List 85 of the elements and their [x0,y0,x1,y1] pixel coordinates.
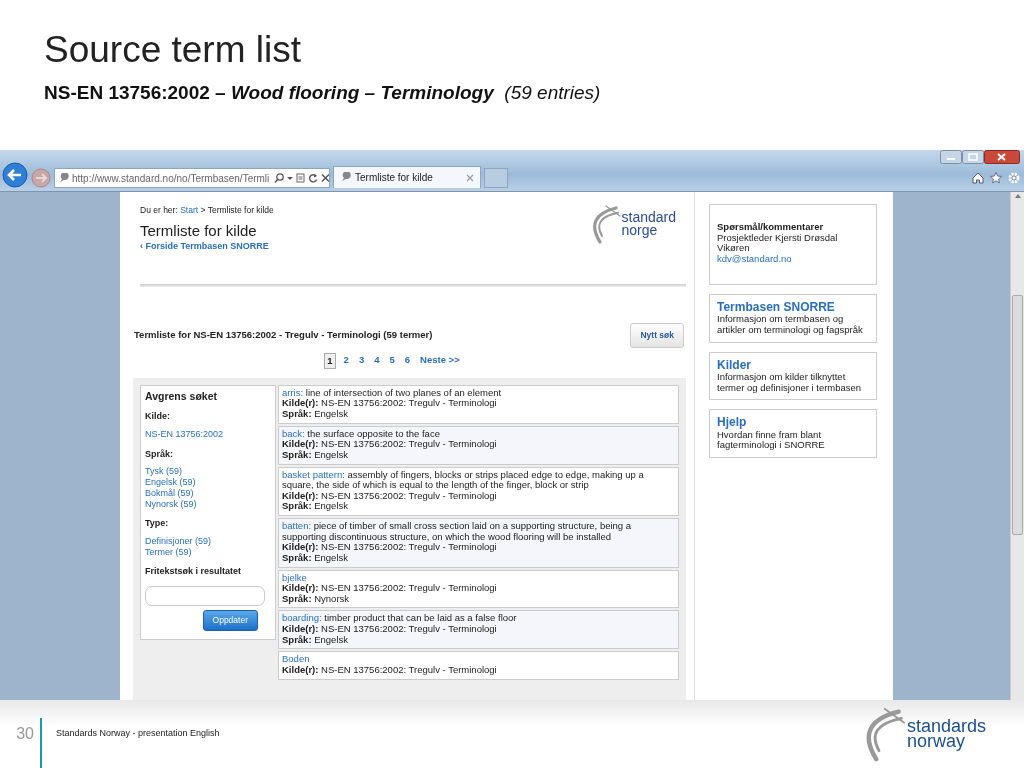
home-icon[interactable] [972,172,984,184]
new-search-button[interactable]: Nytt søk [630,322,684,348]
entry-language: Språk: Engelsk [282,501,349,512]
entry-definition: arris: line of intersection of two planes of an element [282,387,503,399]
card-text: Informasjon om kilder tilknyttet termer og definisjoner i termbasen [717,372,863,394]
entry-definition: batten: piece of timber of small cross section laid on a supporting structure, being a supporting discontinuous structure, on which the wood flooring will be installed [282,521,633,543]
card-text: Prosjektleder Kjersti Drøsdal Vikøren [717,232,839,254]
entry-source: Kilde(r): NS-EN 13756:2002: Tregulv - Terminologi [282,542,498,553]
breadcrumb-current: Termliste for kilde [207,205,274,215]
search-label: Fritekstsøk i resultatet [145,565,243,579]
slide-number: 30 [15,724,35,744]
filter-link[interactable]: Definisjoner (59) [145,535,271,547]
scrollbar-thumb[interactable] [1012,295,1023,535]
page-link[interactable]: 4 [372,352,382,369]
entry-definition: basket pattern: assembly of fingers, blocks or strips placed edge to edge, making up a square, the side of which is equal to the length of the finger, block or strip [282,469,645,491]
page-heading: Termliste for kilde [140,222,257,240]
address-field[interactable]: http://www.standard.no/no/Termbasen/Termli [54,168,330,188]
entry-source: Kilde(r): NS-EN 13756:2002: Tregulv - Terminologi [282,398,498,409]
entry-source: Kilde(r): NS-EN 13756:2002: Tregulv - Terminologi [282,624,498,634]
logo-text: norway [906,734,965,750]
page-link[interactable]: 6 [402,352,413,369]
document-icon[interactable] [296,173,306,183]
entry-language: Språk: Nynorsk [282,593,351,605]
card-text: Hvordan finne fram blant fagterminologi i SNORRE [717,429,826,452]
update-button[interactable]: Oppdater [202,609,258,631]
minimize-button[interactable] [940,150,962,164]
entry-source: Kilde(r): NS-EN 13756:2002: Tregulv - Terminologi [282,439,498,450]
logo-text: standard [621,210,676,224]
breadcrumb-label: Du er her: [140,205,178,215]
page-link[interactable]: 3 [356,352,367,369]
filter-heading: Språk: [145,447,174,461]
page-link[interactable]: 5 [387,352,397,369]
close-button[interactable] [984,150,1020,164]
back-icon[interactable] [2,162,28,188]
slide-title: Source term list [44,30,302,71]
email-link[interactable]: kdv@standard.no [717,252,792,264]
entry-language: Språk: Engelsk [282,552,349,564]
forward-icon[interactable] [31,168,51,188]
term-link[interactable]: bjelke [282,572,675,584]
filter-link[interactable]: Engelsk (59) [145,476,271,488]
search-field[interactable] [145,585,265,606]
page-icon [340,172,351,183]
star-icon[interactable] [990,172,1002,184]
entry-source: Kilde(r): NS-EN 13756:2002: Tregulv - Terminologi [282,490,498,502]
page-link[interactable]: Neste >> [418,352,462,369]
entry-definition: boarding: timber product that can be laid as a false floor [282,613,518,624]
filter-link[interactable]: NS-EN 13756:2002 [145,428,271,440]
filter-link[interactable]: Nynorsk (59) [145,498,271,510]
maximize-button[interactable] [962,150,984,164]
page-link[interactable]: 2 [341,352,351,369]
back-link[interactable]: ‹ Forside Termbasen SNORRE [140,241,269,253]
card-title-link[interactable]: Hjelp [717,416,869,430]
scrollbar[interactable] [1010,192,1024,700]
slide-subtitle: NS-EN 13756:2002 – Wood flooring – Terminology (59 entries) [44,80,602,105]
list-title: Termliste for NS-EN 13756:2002 - Tregulv - Terminologi (59 termer) [134,328,433,342]
logo-text: standards [906,718,986,734]
breadcrumb-separator: > [199,205,207,215]
filter-heading: Type: [145,517,170,531]
entry-language: Språk: Engelsk [282,409,349,420]
settings-icon[interactable] [1008,172,1020,184]
card-title-link[interactable]: Termbasen SNORRE [717,301,869,315]
breadcrumb-link[interactable]: Start [180,205,199,215]
card-title-link[interactable]: Kilder [717,358,869,373]
stop-icon[interactable] [321,173,329,183]
refresh-icon[interactable] [308,173,319,183]
footer-text: Standards Norway - presentation English [56,727,220,741]
filter-link[interactable]: Bokmål (59) [145,487,271,499]
entry-language: Språk: Engelsk [282,449,349,461]
entry-definition: back: the surface opposite to the face [282,428,441,440]
filter-heading: Kilde: [145,410,171,424]
filter-title: Avgrens søket [145,389,218,403]
filter-link[interactable]: Tysk (59) [145,466,271,477]
search-icon[interactable] [274,173,285,183]
term-link[interactable]: Boden [282,654,675,665]
page-icon [58,172,69,184]
page-link[interactable]: 1 [324,352,336,369]
entry-language: Språk: Engelsk [282,634,349,646]
card-text: Informasjon om termbasen og artikler om terminologi og fagspråk [717,314,864,336]
entry-source: Kilde(r): NS-EN 13756:2002: Tregulv - Terminologi [282,664,498,676]
close-icon[interactable] [466,173,474,182]
logo-text: norge [621,224,659,238]
filter-link[interactable]: Termer (59) [145,546,271,558]
card-title: Spørsmål/kommentarer [717,222,825,233]
browser-tab[interactable]: Termliste for kilde [333,166,481,188]
entry-source: Kilde(r): NS-EN 13756:2002: Tregulv - Terminologi [282,583,498,594]
